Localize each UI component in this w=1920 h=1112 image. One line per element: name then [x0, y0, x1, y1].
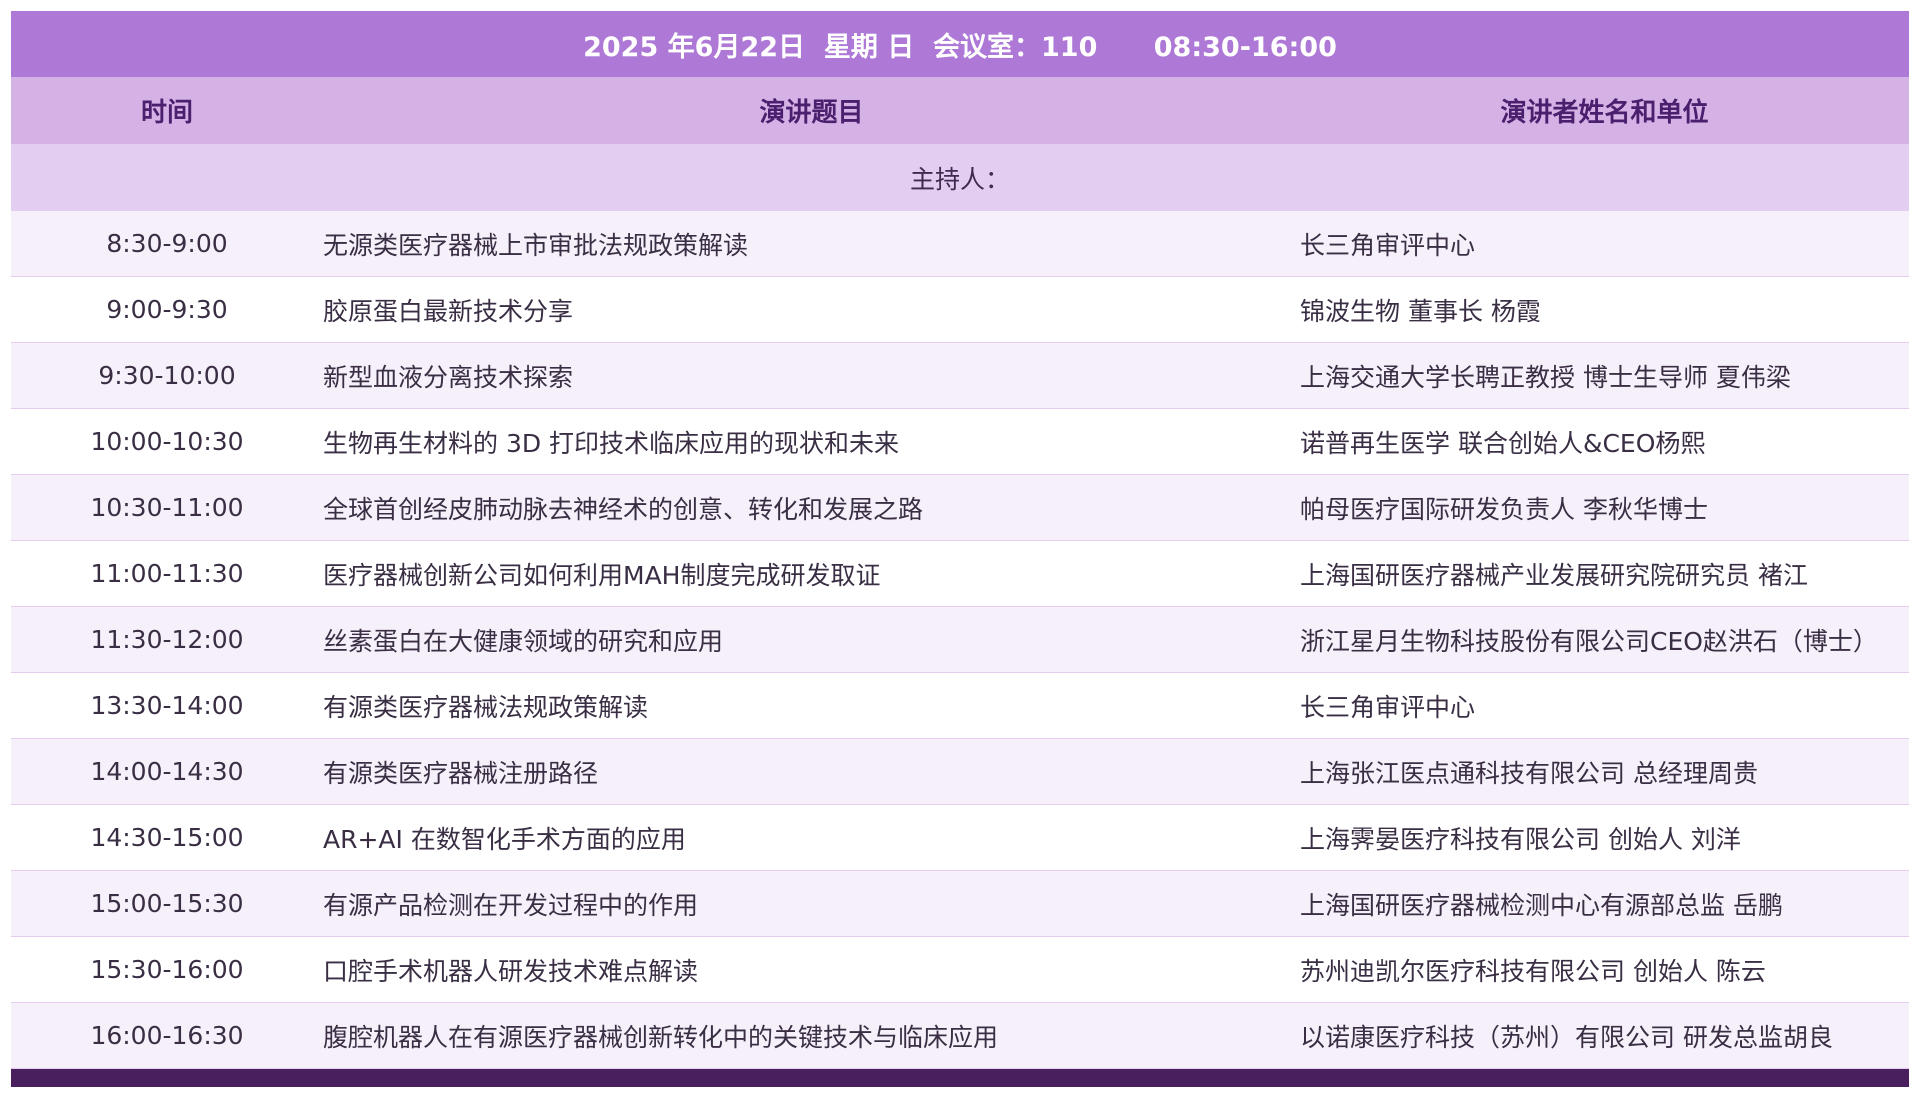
table-row: 10:00-10:30 生物再生材料的 3D 打印技术临床应用的现状和未来 诺普…	[11, 409, 1909, 475]
row-topic: 新型血液分离技术探索	[323, 362, 574, 392]
header-time: 时间	[140, 98, 193, 128]
row-time: 10:00-10:30	[90, 427, 244, 456]
table-row: 14:00-14:30 有源类医疗器械注册路径 上海张江医点通科技有限公司 总经…	[11, 739, 1909, 805]
table-row: 15:00-15:30 有源产品检测在开发过程中的作用 上海国研医疗器械检测中心…	[11, 871, 1909, 937]
row-topic: 有源产品检测在开发过程中的作用	[323, 890, 699, 920]
row-time: 10:30-11:00	[90, 493, 244, 522]
row-speaker: 上海国研医疗器械产业发展研究院研究员 褚江	[1300, 560, 1808, 590]
row-time: 15:30-16:00	[90, 955, 244, 984]
table-body: 8:30-9:00 无源类医疗器械上市审批法规政策解读 长三角审评中心 9:00…	[11, 211, 1909, 1069]
header-topic: 演讲题目	[759, 98, 864, 128]
row-speaker: 帕母医疗国际研发负责人 李秋华博士	[1300, 494, 1708, 524]
row-time: 13:30-14:00	[90, 691, 244, 720]
row-topic: 全球首创经皮肺动脉去神经术的创意、转化和发展之路	[323, 494, 924, 524]
row-speaker: 上海霁晏医疗科技有限公司 创始人 刘洋	[1300, 824, 1741, 854]
table-header: 时间 演讲题目 演讲者姓名和单位	[11, 77, 1909, 144]
row-time: 9:00-9:30	[106, 295, 228, 324]
row-speaker: 上海国研医疗器械检测中心有源部总监 岳鹏	[1300, 890, 1783, 920]
row-topic: 生物再生材料的 3D 打印技术临床应用的现状和未来	[323, 428, 900, 458]
row-topic: 腹腔机器人在有源医疗器械创新转化中的关键技术与临床应用	[323, 1022, 999, 1052]
table-row: 14:30-15:00 AR+AI 在数智化手术方面的应用 上海霁晏医疗科技有限…	[11, 805, 1909, 871]
host-row: 主持人：	[11, 144, 1909, 211]
table-row: 9:30-10:00 新型血液分离技术探索 上海交通大学长聘正教授 博士生导师 …	[11, 343, 1909, 409]
row-topic: 无源类医疗器械上市审批法规政策解读	[323, 230, 749, 260]
row-topic: 有源类医疗器械法规政策解读	[323, 692, 649, 722]
table-row: 10:30-11:00 全球首创经皮肺动脉去神经术的创意、转化和发展之路 帕母医…	[11, 475, 1909, 541]
row-time: 11:00-11:30	[90, 559, 244, 588]
row-speaker: 以诺康医疗科技（苏州）有限公司 研发总监胡良	[1300, 1022, 1833, 1052]
row-topic: 丝素蛋白在大健康领域的研究和应用	[323, 626, 724, 656]
table-row: 8:30-9:00 无源类医疗器械上市审批法规政策解读 长三角审评中心	[11, 211, 1909, 277]
row-speaker: 上海交通大学长聘正教授 博士生导师 夏伟梁	[1300, 362, 1791, 392]
row-time: 11:30-12:00	[90, 625, 244, 654]
table-row: 13:30-14:00 有源类医疗器械法规政策解读 长三角审评中心	[11, 673, 1909, 739]
footer-bar	[11, 1069, 1909, 1087]
row-time: 15:00-15:30	[90, 889, 244, 918]
row-speaker: 苏州迪凯尔医疗科技有限公司 创始人 陈云	[1300, 956, 1766, 986]
row-speaker: 诺普再生医学 联合创始人&CEO杨熙	[1300, 428, 1706, 458]
row-speaker: 锦波生物 董事长 杨霞	[1300, 296, 1541, 326]
row-speaker: 长三角审评中心	[1300, 692, 1476, 722]
row-time: 16:00-16:30	[90, 1021, 244, 1050]
row-topic: 口腔手术机器人研发技术难点解读	[323, 956, 699, 986]
table-row: 11:30-12:00 丝素蛋白在大健康领域的研究和应用 浙江星月生物科技股份有…	[11, 607, 1909, 673]
row-time: 14:30-15:00	[90, 823, 244, 852]
agenda-table: 2025 年6月22日 星期 日 会议室：110 08:30-16:00 时间 …	[11, 11, 1909, 1087]
row-time: 8:30-9:00	[106, 229, 228, 258]
header-speaker: 演讲者姓名和单位	[1500, 98, 1709, 128]
row-speaker: 上海张江医点通科技有限公司 总经理周贵	[1300, 758, 1758, 788]
table-row: 9:00-9:30 胶原蛋白最新技术分享 锦波生物 董事长 杨霞	[11, 277, 1909, 343]
row-time: 14:00-14:30	[90, 757, 244, 786]
row-topic: 有源类医疗器械注册路径	[323, 758, 599, 788]
row-speaker: 浙江星月生物科技股份有限公司CEO赵洪石（博士）	[1300, 626, 1878, 656]
row-topic: 胶原蛋白最新技术分享	[323, 296, 574, 326]
table-row: 15:30-16:00 口腔手术机器人研发技术难点解读 苏州迪凯尔医疗科技有限公…	[11, 937, 1909, 1003]
row-speaker: 长三角审评中心	[1300, 230, 1476, 260]
row-topic: AR+AI 在数智化手术方面的应用	[323, 824, 686, 854]
agenda-title: 2025 年6月22日 星期 日 会议室：110 08:30-16:00	[11, 11, 1909, 77]
row-topic: 医疗器械创新公司如何利用MAH制度完成研发取证	[323, 560, 881, 590]
row-time: 9:30-10:00	[98, 361, 236, 390]
table-row: 16:00-16:30 腹腔机器人在有源医疗器械创新转化中的关键技术与临床应用 …	[11, 1003, 1909, 1069]
table-row: 11:00-11:30 医疗器械创新公司如何利用MAH制度完成研发取证 上海国研…	[11, 541, 1909, 607]
